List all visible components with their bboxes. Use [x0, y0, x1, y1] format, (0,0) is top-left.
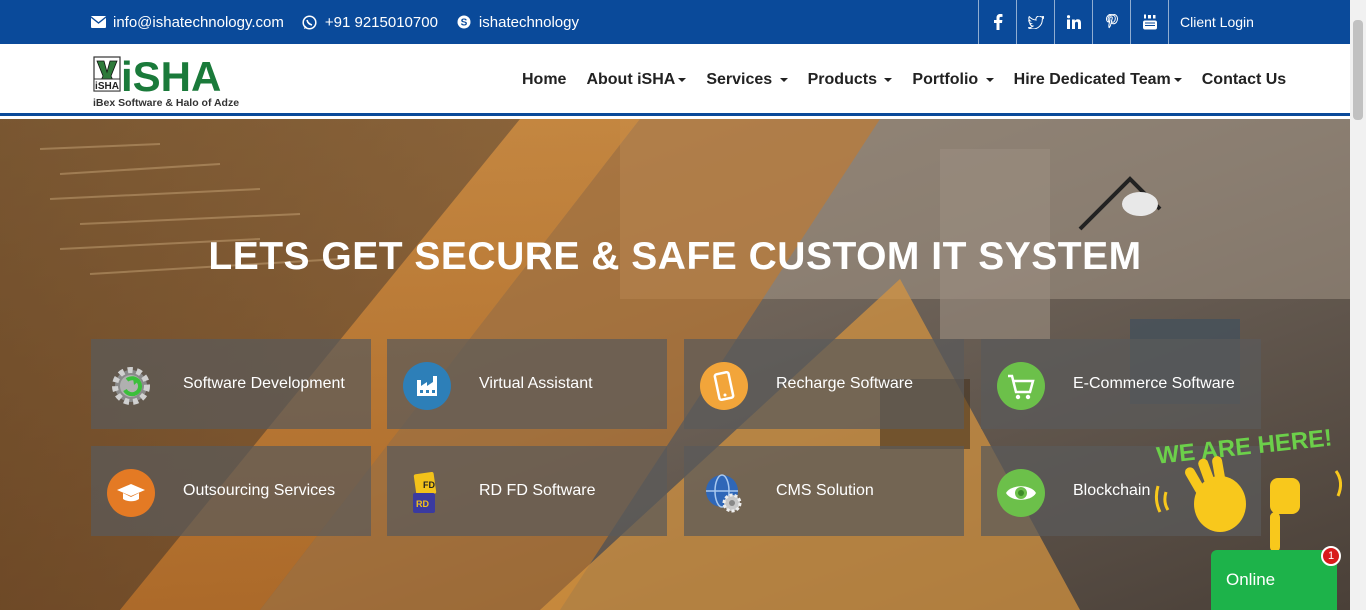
- scrollbar-thumb[interactable]: [1353, 20, 1363, 120]
- service-tile-outsourcing-services[interactable]: Outsourcing Services: [91, 446, 371, 536]
- caret-down-icon: [678, 77, 687, 82]
- isha-logo[interactable]: iSHA iSHA iBex Software & Halo of Adze: [93, 53, 253, 110]
- mobile-icon: [700, 362, 748, 410]
- nav-portfolio[interactable]: Portfolio: [912, 71, 994, 89]
- nav-contact-label: Contact Us: [1201, 71, 1287, 88]
- nav-services[interactable]: Services: [706, 71, 788, 89]
- nav-services-label: Services: [706, 71, 773, 88]
- svg-text:S: S: [461, 18, 468, 29]
- nav-hire-team-label: Hire Dedicated Team: [1013, 71, 1171, 88]
- graduation-cap-icon: [107, 469, 155, 517]
- nav-about[interactable]: About iSHA: [586, 71, 687, 89]
- main-nav: Home About iSHA Services Products Portfo…: [512, 44, 1296, 116]
- facebook-link[interactable]: [978, 0, 1016, 44]
- nav-products[interactable]: Products: [808, 71, 893, 89]
- we-are-here-text: WE ARE HERE!: [1155, 424, 1333, 469]
- gear-icon: [112, 367, 150, 405]
- service-label: Recharge Software: [776, 375, 913, 392]
- nav-products-label: Products: [807, 71, 877, 88]
- nav-home[interactable]: Home: [522, 71, 566, 89]
- chat-online-button[interactable]: Online: [1211, 550, 1337, 610]
- phone-text: +91 9215010700: [324, 13, 438, 31]
- top-bar: info@ishatechnology.com +91 9215010700 S…: [0, 0, 1350, 44]
- social-links: Client Login: [978, 0, 1254, 44]
- contact-info: info@ishatechnology.com +91 9215010700 S…: [90, 0, 597, 44]
- service-label: Blockchain: [1073, 482, 1151, 499]
- service-label: Software Development: [183, 375, 345, 392]
- service-tile-software-development[interactable]: Software Development: [91, 339, 371, 429]
- rd-fd-icon: FD RD: [413, 471, 437, 513]
- facebook-icon: [993, 14, 1002, 30]
- twitter-link[interactable]: [1016, 0, 1054, 44]
- pinterest-icon: [1105, 14, 1118, 29]
- nav-contact[interactable]: Contact Us: [1202, 71, 1286, 89]
- globe-gear-icon: [706, 474, 742, 513]
- caret-down-icon: [1173, 77, 1182, 82]
- logo-main-text: iSHA: [121, 56, 221, 100]
- client-login-link[interactable]: Client Login: [1168, 0, 1254, 44]
- skype-icon: S: [456, 14, 472, 30]
- chat-notification-badge: 1: [1321, 546, 1341, 566]
- client-login-label: Client Login: [1180, 14, 1254, 30]
- hero-section: LETS GET SECURE & SAFE CUSTOM IT SYSTEM …: [0, 119, 1350, 610]
- nav-hire-team[interactable]: Hire Dedicated Team: [1014, 71, 1182, 89]
- youtube-icon: [1142, 14, 1157, 30]
- envelope-icon: [90, 14, 106, 30]
- email-link[interactable]: info@ishatechnology.com: [90, 14, 284, 31]
- nav-about-label: About iSHA: [586, 71, 676, 88]
- pointing-hand-icon: [1270, 470, 1343, 552]
- linkedin-icon: [1066, 15, 1081, 29]
- nav-home-label: Home: [522, 71, 567, 88]
- nav-portfolio-label: Portfolio: [912, 71, 979, 88]
- service-label: Virtual Assistant: [479, 375, 593, 392]
- whatsapp-icon: [302, 14, 318, 30]
- page-scrollbar[interactable]: [1350, 0, 1366, 610]
- phone-link[interactable]: +91 9215010700: [302, 14, 438, 31]
- we-are-here-banner[interactable]: WE ARE HERE!: [1150, 416, 1350, 556]
- service-tile-rd-fd-software[interactable]: FD RD RD FD Software: [387, 446, 667, 536]
- svg-text:RD: RD: [416, 499, 429, 509]
- service-tile-virtual-assistant[interactable]: Virtual Assistant: [387, 339, 667, 429]
- service-label: RD FD Software: [479, 482, 596, 499]
- skype-text: ishatechnology: [478, 13, 579, 31]
- skype-link[interactable]: S ishatechnology: [456, 14, 579, 31]
- caret-down-icon: [985, 77, 994, 82]
- cart-icon: [997, 362, 1045, 410]
- service-tile-recharge-software[interactable]: Recharge Software: [684, 339, 964, 429]
- service-label: Outsourcing Services: [183, 482, 336, 499]
- chat-online-label: Online: [1226, 570, 1276, 589]
- caret-down-icon: [779, 77, 788, 82]
- service-tile-cms-solution[interactable]: CMS Solution: [684, 446, 964, 536]
- eye-icon: [997, 469, 1045, 517]
- svg-text:FD: FD: [423, 480, 435, 490]
- main-header: iSHA iSHA iBex Software & Halo of Adze H…: [0, 44, 1350, 116]
- factory-icon: [403, 362, 451, 410]
- logo-small-text: iSHA: [95, 81, 119, 92]
- caret-down-icon: [884, 77, 893, 82]
- youtube-link[interactable]: [1130, 0, 1168, 44]
- hero-title: LETS GET SECURE & SAFE CUSTOM IT SYSTEM: [208, 235, 1142, 278]
- linkedin-link[interactable]: [1054, 0, 1092, 44]
- pinterest-link[interactable]: [1092, 0, 1130, 44]
- service-label: CMS Solution: [776, 482, 874, 499]
- logo-tagline: iBex Software & Halo of Adze: [93, 97, 239, 109]
- twitter-icon: [1027, 15, 1044, 29]
- email-text: info@ishatechnology.com: [113, 13, 284, 31]
